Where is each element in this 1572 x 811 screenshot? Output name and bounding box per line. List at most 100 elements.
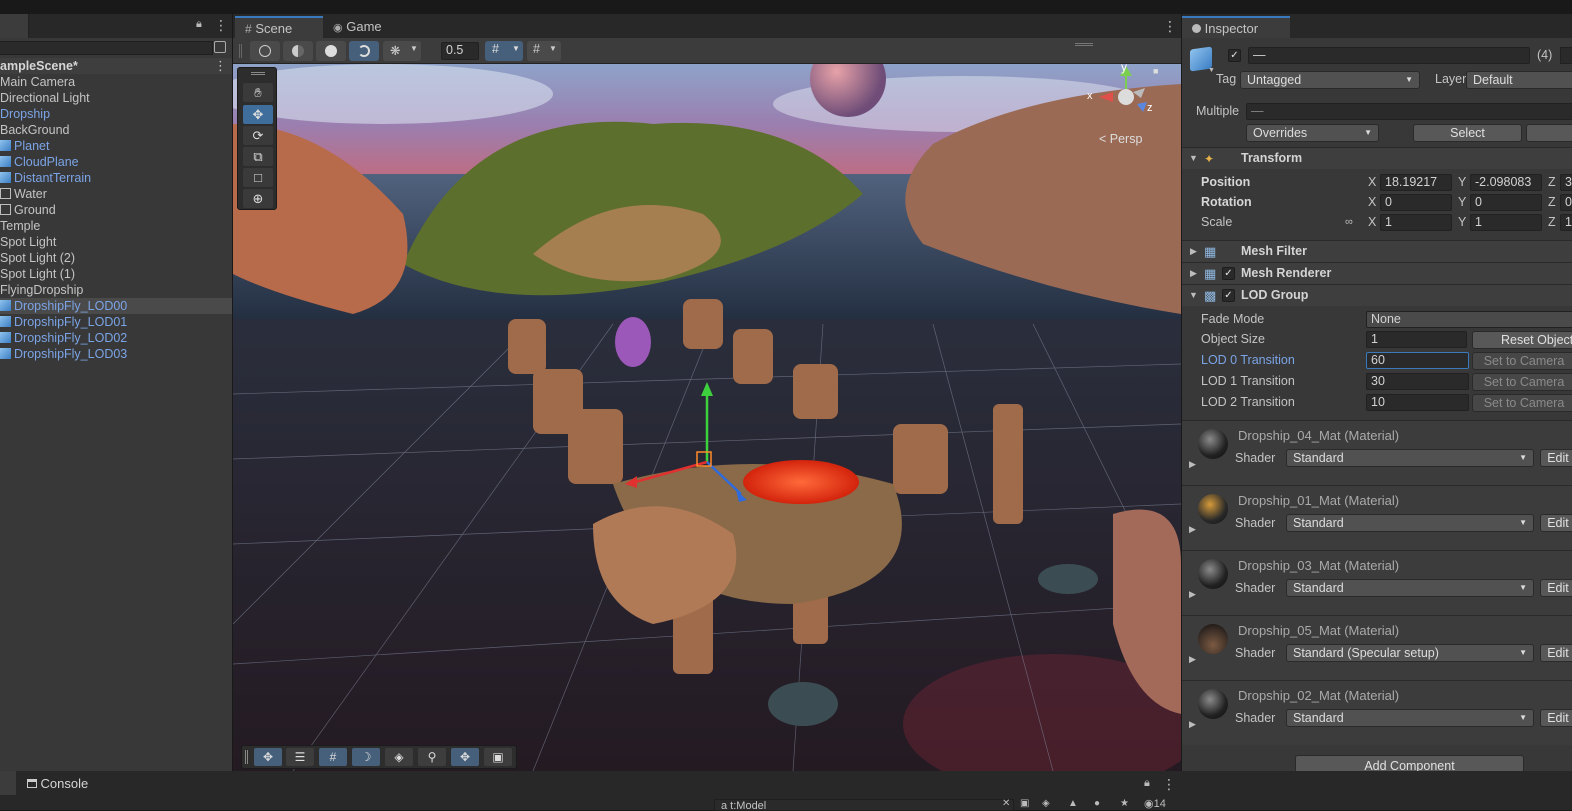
collapse-arrow-icon[interactable]: ▶: [1189, 459, 1196, 470]
lod2-set-to-camera-button[interactable]: Set to Camera: [1472, 394, 1572, 412]
shader-dropdown[interactable]: Standard (Specular setup) ▼: [1286, 644, 1534, 662]
gizmos-button[interactable]: ❋ ▼: [383, 41, 421, 61]
layer-dropdown[interactable]: Default: [1466, 71, 1572, 89]
lock-icon[interactable]: 🔒︎: [1144, 777, 1150, 790]
hierarchy-item[interactable]: DistantTerrain: [0, 170, 232, 186]
hierarchy-item[interactable]: DropshipFly_LOD01: [0, 314, 232, 330]
hierarchy-search-input[interactable]: [0, 41, 213, 55]
grid-overlay-button[interactable]: #: [319, 748, 347, 766]
clear-search-icon[interactable]: ✕: [1002, 798, 1010, 809]
position-x-field[interactable]: 18.19217: [1380, 174, 1452, 191]
hierarchy-item[interactable]: DropshipFly_LOD00: [0, 298, 232, 314]
menu-dots-icon[interactable]: ⋮: [214, 17, 228, 34]
rotation-x-field[interactable]: 0: [1380, 194, 1452, 211]
fade-mode-dropdown[interactable]: None: [1366, 311, 1572, 328]
collapse-arrow-icon[interactable]: ▶: [1189, 589, 1196, 600]
select-button[interactable]: Select: [1413, 124, 1522, 142]
rotation-z-field[interactable]: 0: [1560, 194, 1572, 211]
hierarchy-item[interactable]: CloudPlane: [0, 154, 232, 170]
lod0-set-to-camera-button[interactable]: Set to Camera: [1472, 352, 1572, 370]
add-component-button[interactable]: Add Component: [1295, 755, 1524, 771]
global-toggle-button[interactable]: [250, 41, 280, 61]
lock-icon[interactable]: 🔒︎: [196, 18, 202, 31]
shader-dropdown[interactable]: Standard ▼: [1286, 449, 1534, 467]
edit-shader-button[interactable]: Edit: [1540, 514, 1572, 532]
hierarchy-item[interactable]: BackGround: [0, 122, 232, 138]
edit-shader-button[interactable]: Edit: [1540, 449, 1572, 467]
hierarchy-item[interactable]: Temple: [0, 218, 232, 234]
scene-viewport[interactable]: y x z ■ < Persp ✋︎ ✥ ⟳ ⧉ □ ⊕ ✥ ☰ # ☽ ◈ ⚲…: [233, 64, 1181, 771]
hierarchy-item[interactable]: Dropship: [0, 106, 232, 122]
object-name-input[interactable]: —: [1248, 47, 1530, 64]
lod-group-header[interactable]: ▼ ▩ ✓ LOD Group: [1182, 284, 1572, 306]
hierarchy-item[interactable]: Main Camera: [0, 74, 232, 90]
collapse-arrow-icon[interactable]: ▶: [1189, 654, 1196, 665]
tab-project[interactable]: [0, 771, 16, 795]
snap-button[interactable]: # ▼: [527, 41, 561, 61]
rotate-tool-button[interactable]: ⟳: [243, 126, 273, 145]
pivot-move-button[interactable]: ✥: [254, 748, 282, 766]
scene-render[interactable]: [233, 64, 1181, 771]
scale-x-field[interactable]: 1: [1380, 214, 1452, 231]
search-options-icon[interactable]: [214, 41, 226, 53]
hierarchy-item[interactable]: Ground: [0, 202, 232, 218]
scale-z-field[interactable]: 1: [1560, 214, 1572, 231]
gizmo-lock-icon[interactable]: ■: [1153, 66, 1158, 76]
tab-console[interactable]: Console: [18, 771, 108, 795]
tab-inspector[interactable]: Inspector: [1182, 16, 1290, 38]
edit-shader-button[interactable]: Edit: [1540, 579, 1572, 597]
edit-shader-button[interactable]: Edit: [1540, 644, 1572, 662]
tab-scene[interactable]: # Scene: [235, 16, 323, 38]
orientation-button[interactable]: ✥: [451, 748, 479, 766]
info-icon[interactable]: ●: [1094, 798, 1100, 809]
mesh-filter-header[interactable]: ▶ ▦ Mesh Filter: [1182, 240, 1572, 262]
link-scale-icon[interactable]: ∞: [1345, 216, 1353, 228]
lod0-field[interactable]: 60: [1366, 352, 1469, 369]
lod2-field[interactable]: 10: [1366, 394, 1469, 411]
project-search-input[interactable]: a t:Model: [714, 799, 1014, 811]
grid-snap-input[interactable]: 0.5: [441, 42, 479, 60]
scene-menu-icon[interactable]: ⋮: [1163, 18, 1177, 35]
static-checkbox[interactable]: [1560, 47, 1572, 64]
hierarchy-item[interactable]: Spot Light: [0, 234, 232, 250]
open-button[interactable]: [1526, 124, 1572, 142]
collapse-arrow-icon[interactable]: ▶: [1189, 524, 1196, 535]
lod1-set-to-camera-button[interactable]: Set to Camera: [1472, 373, 1572, 391]
hierarchy-item[interactable]: Directional Light: [0, 90, 232, 106]
overrides-dropdown[interactable]: Overrides ▼: [1246, 124, 1379, 142]
shading-button[interactable]: [283, 41, 313, 61]
position-y-field[interactable]: -2.098083: [1470, 174, 1542, 191]
multiple-field[interactable]: —: [1246, 103, 1572, 120]
shader-dropdown[interactable]: Standard ▼: [1286, 579, 1534, 597]
scale-tool-button[interactable]: ⧉: [243, 147, 273, 166]
tab-hierarchy[interactable]: [0, 14, 29, 38]
layers-button[interactable]: ◈: [385, 748, 413, 766]
effects-button[interactable]: [349, 41, 379, 61]
scale-y-field[interactable]: 1: [1470, 214, 1542, 231]
hierarchy-item[interactable]: DropshipFly_LOD03: [0, 346, 232, 362]
search-button[interactable]: ⚲: [418, 748, 446, 766]
hand-tool-button[interactable]: ✋︎: [243, 83, 273, 102]
camera-button[interactable]: ▣: [484, 748, 512, 766]
active-checkbox[interactable]: ✓: [1228, 49, 1241, 62]
reset-object-size-button[interactable]: Reset Object: [1472, 331, 1572, 349]
transform-tool-button[interactable]: ⊕: [243, 189, 273, 208]
grid-toggle-button[interactable]: # ▼: [485, 41, 523, 61]
hierarchy-item[interactable]: Planet: [0, 138, 232, 154]
filter-type-icon[interactable]: ▣: [1020, 798, 1029, 809]
mesh-renderer-header[interactable]: ▶ ▦ ✓ Mesh Renderer: [1182, 262, 1572, 284]
position-z-field[interactable]: 3: [1560, 174, 1572, 191]
tab-game[interactable]: ◉ Game: [323, 16, 403, 38]
lod-group-enabled-checkbox[interactable]: ✓: [1222, 289, 1235, 302]
move-tool-button[interactable]: ✥: [243, 105, 273, 124]
rect-tool-button[interactable]: □: [243, 168, 273, 187]
hierarchy-item[interactable]: Spot Light (1): [0, 266, 232, 282]
tag-dropdown[interactable]: Untagged ▼: [1240, 71, 1420, 89]
favorites-icon[interactable]: ★: [1120, 798, 1129, 809]
mesh-renderer-enabled-checkbox[interactable]: ✓: [1222, 267, 1235, 280]
menu-dots-icon[interactable]: ⋮: [1162, 776, 1176, 793]
hierarchy-item[interactable]: Spot Light (2): [0, 250, 232, 266]
hierarchy-item[interactable]: Water: [0, 186, 232, 202]
hierarchy-item[interactable]: FlyingDropship: [0, 282, 232, 298]
collapse-arrow-icon[interactable]: ▶: [1189, 719, 1196, 730]
